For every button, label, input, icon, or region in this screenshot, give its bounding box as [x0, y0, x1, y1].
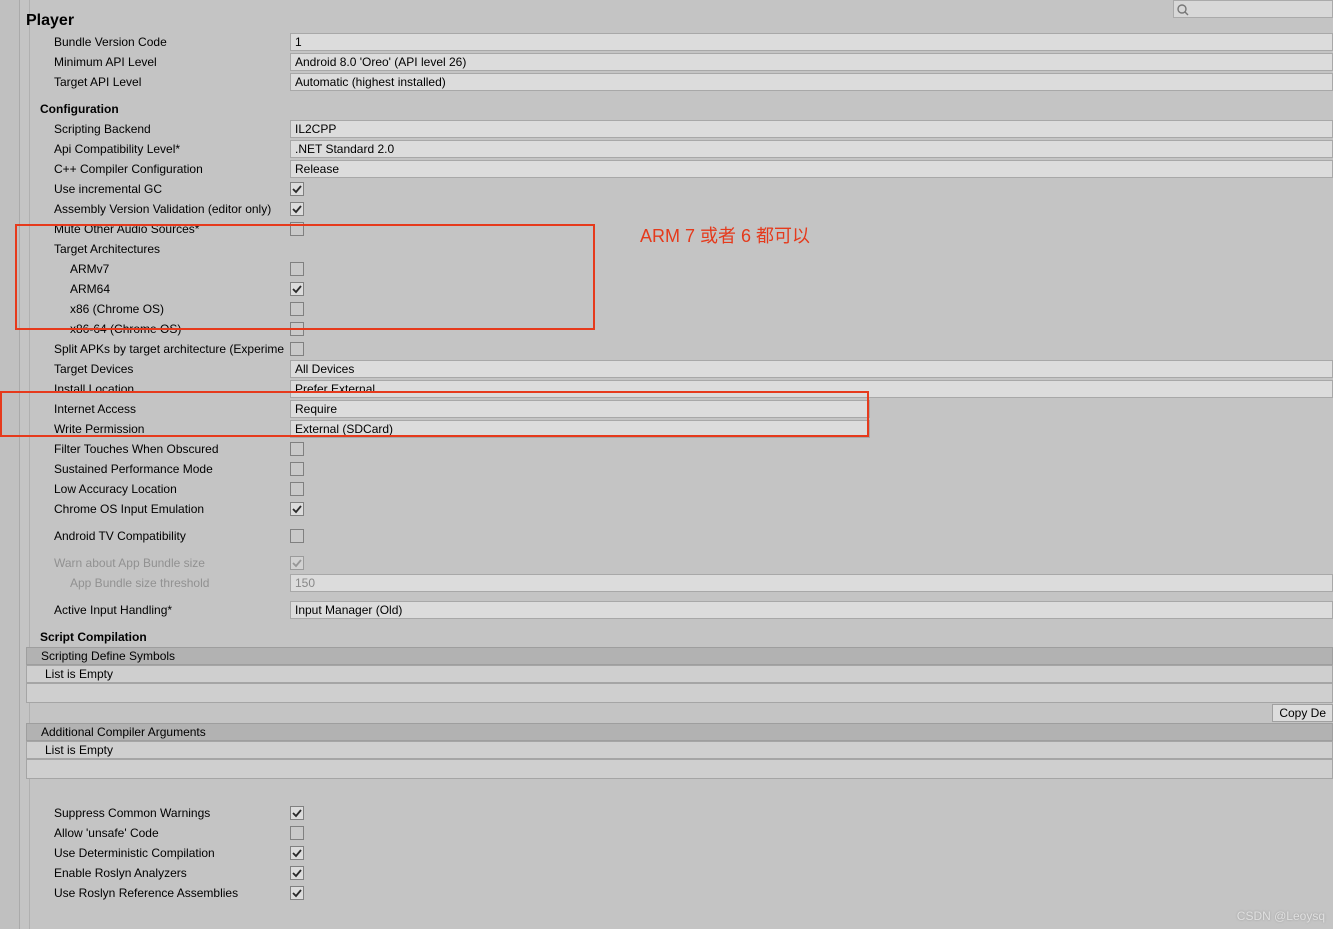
x86-64-checkbox[interactable]	[290, 322, 304, 336]
low-accuracy-label: Low Accuracy Location	[26, 482, 290, 496]
additional-args-header: Additional Compiler Arguments	[26, 723, 1333, 741]
suppress-warnings-checkbox[interactable]	[290, 806, 304, 820]
sustained-perf-label: Sustained Performance Mode	[26, 462, 290, 476]
define-symbols-header: Scripting Define Symbols	[26, 647, 1333, 665]
define-symbols-empty: List is Empty	[26, 665, 1333, 683]
install-location-dropdown[interactable]: Prefer External	[290, 380, 1333, 398]
arm64-checkbox[interactable]	[290, 282, 304, 296]
target-devices-dropdown[interactable]: All Devices	[290, 360, 1333, 378]
scripting-backend-label: Scripting Backend	[26, 122, 290, 136]
min-api-label: Minimum API Level	[26, 55, 290, 69]
target-devices-label: Target Devices	[26, 362, 290, 376]
arm64-label: ARM64	[26, 282, 290, 296]
target-api-dropdown[interactable]: Automatic (highest installed)	[290, 73, 1333, 91]
warn-bundle-label: Warn about App Bundle size	[26, 556, 290, 570]
filter-touches-label: Filter Touches When Obscured	[26, 442, 290, 456]
mute-audio-label: Mute Other Audio Sources*	[26, 222, 290, 236]
assembly-validation-label: Assembly Version Validation (editor only…	[26, 202, 290, 216]
target-arch-label: Target Architectures	[26, 242, 290, 256]
active-input-label: Active Input Handling*	[26, 603, 290, 617]
split-apks-checkbox[interactable]	[290, 342, 304, 356]
suppress-warnings-label: Suppress Common Warnings	[26, 806, 290, 820]
active-input-dropdown[interactable]: Input Manager (Old)	[290, 601, 1333, 619]
write-permission-dropdown[interactable]: External (SDCard)	[290, 420, 870, 438]
target-api-label: Target API Level	[26, 75, 290, 89]
roslyn-reference-label: Use Roslyn Reference Assemblies	[26, 886, 290, 900]
android-tv-label: Android TV Compatibility	[26, 529, 290, 543]
roslyn-analyzers-checkbox[interactable]	[290, 866, 304, 880]
android-tv-checkbox[interactable]	[290, 529, 304, 543]
bundle-threshold-label: App Bundle size threshold	[26, 576, 290, 590]
min-api-dropdown[interactable]: Android 8.0 'Oreo' (API level 26)	[290, 53, 1333, 71]
assembly-validation-checkbox[interactable]	[290, 202, 304, 216]
internet-access-dropdown[interactable]: Require	[290, 400, 870, 418]
install-location-label: Install Location	[26, 382, 290, 396]
copy-defines-button[interactable]: Copy De	[1272, 704, 1333, 722]
x86-64-label: x86-64 (Chrome OS)	[26, 322, 290, 336]
armv7-label: ARMv7	[26, 262, 290, 276]
armv7-checkbox[interactable]	[290, 262, 304, 276]
sustained-perf-checkbox[interactable]	[290, 462, 304, 476]
bvc-field[interactable]: 1	[290, 33, 1333, 51]
chrome-input-checkbox[interactable]	[290, 502, 304, 516]
split-apks-label: Split APKs by target architecture (Exper…	[26, 342, 290, 356]
allow-unsafe-label: Allow 'unsafe' Code	[26, 826, 290, 840]
x86-checkbox[interactable]	[290, 302, 304, 316]
additional-args-empty: List is Empty	[26, 741, 1333, 759]
allow-unsafe-checkbox[interactable]	[290, 826, 304, 840]
api-compat-dropdown[interactable]: .NET Standard 2.0	[290, 140, 1333, 158]
bundle-threshold-field: 150	[290, 574, 1333, 592]
configuration-heading: Configuration	[26, 102, 290, 116]
incremental-gc-checkbox[interactable]	[290, 182, 304, 196]
script-compilation-heading: Script Compilation	[26, 630, 290, 644]
deterministic-checkbox[interactable]	[290, 846, 304, 860]
scripting-backend-dropdown[interactable]: IL2CPP	[290, 120, 1333, 138]
define-symbols-bar	[26, 683, 1333, 703]
mute-audio-checkbox[interactable]	[290, 222, 304, 236]
search-input[interactable]	[1173, 0, 1333, 18]
bvc-label: Bundle Version Code	[26, 35, 290, 49]
additional-args-bar	[26, 759, 1333, 779]
chrome-input-label: Chrome OS Input Emulation	[26, 502, 290, 516]
roslyn-reference-checkbox[interactable]	[290, 886, 304, 900]
page-title: Player	[26, 12, 74, 30]
api-compat-label: Api Compatibility Level*	[26, 142, 290, 156]
watermark: CSDN @Leoysq	[1237, 909, 1325, 923]
roslyn-analyzers-label: Enable Roslyn Analyzers	[26, 866, 290, 880]
annotation-text: ARM 7 或者 6 都可以	[640, 222, 810, 248]
incremental-gc-label: Use incremental GC	[26, 182, 290, 196]
internet-access-label: Internet Access	[26, 402, 290, 416]
cpp-compiler-dropdown[interactable]: Release	[290, 160, 1333, 178]
x86-label: x86 (Chrome OS)	[26, 302, 290, 316]
write-permission-label: Write Permission	[26, 422, 290, 436]
low-accuracy-checkbox[interactable]	[290, 482, 304, 496]
deterministic-label: Use Deterministic Compilation	[26, 846, 290, 860]
filter-touches-checkbox[interactable]	[290, 442, 304, 456]
warn-bundle-checkbox	[290, 556, 304, 570]
cpp-compiler-label: C++ Compiler Configuration	[26, 162, 290, 176]
